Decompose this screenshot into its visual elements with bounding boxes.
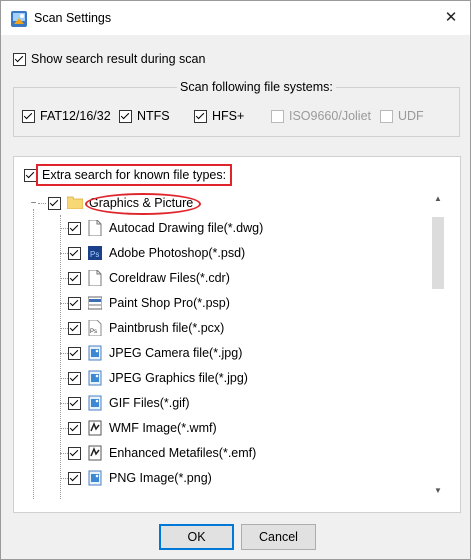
tree-guide-line: [60, 478, 68, 479]
tree-guide-line: [60, 353, 68, 354]
tree-guide-line: [60, 403, 68, 404]
ntfs-label: NTFS: [137, 109, 170, 123]
file-type-label: Enhanced Metafiles(*.emf): [109, 446, 257, 460]
ok-button[interactable]: OK: [159, 524, 234, 550]
image-file-icon: [88, 470, 102, 486]
file-type-checkbox[interactable]: [68, 297, 81, 310]
close-button[interactable]: ✕: [438, 5, 464, 31]
scan-settings-dialog: Scan Settings ✕ Show search result durin…: [0, 0, 471, 560]
close-icon: ✕: [444, 9, 458, 26]
scroll-down-icon[interactable]: ▼: [431, 485, 445, 497]
file-type-checkbox[interactable]: [68, 272, 81, 285]
file-type-checkbox[interactable]: [68, 347, 81, 360]
file-type-label: JPEG Graphics file(*.jpg): [109, 371, 248, 385]
tree-guide-line: [38, 203, 46, 204]
svg-text:Ps: Ps: [90, 329, 97, 335]
tree-guide-line: [60, 215, 61, 499]
ntfs-checkbox[interactable]: [119, 110, 132, 123]
file-type-checkbox[interactable]: [68, 422, 81, 435]
highlight-annotation-ellipse: [85, 193, 201, 215]
iso9660-checkbox[interactable]: [271, 110, 284, 123]
file-type-label: Paintbrush file(*.pcx): [109, 321, 225, 335]
metafile-icon: [88, 420, 102, 436]
paintshop-icon: [87, 295, 103, 311]
file-type-label: WMF Image(*.wmf): [109, 421, 217, 435]
iso9660-label: ISO9660/Joliet: [289, 109, 371, 123]
app-icon: [11, 11, 27, 27]
graphics-group-checkbox[interactable]: [48, 197, 61, 210]
file-type-label: Autocad Drawing file(*.dwg): [109, 221, 264, 235]
tree-guide-line: [60, 453, 68, 454]
fat-checkbox[interactable]: [22, 110, 35, 123]
udf-label: UDF: [398, 109, 424, 123]
tree-guide-line: [60, 428, 68, 429]
file-type-checkbox[interactable]: [68, 322, 81, 335]
file-type-label: PNG Image(*.png): [109, 471, 212, 485]
image-file-icon: [88, 345, 102, 361]
image-file-icon: [88, 370, 102, 386]
file-type-label: GIF Files(*.gif): [109, 396, 190, 410]
file-type-label: Coreldraw Files(*.cdr): [109, 271, 230, 285]
file-type-label: Paint Shop Pro(*.psp): [109, 296, 230, 310]
file-type-checkbox[interactable]: [68, 247, 81, 260]
tree-guide-line: [60, 303, 68, 304]
tree-guide-line: [60, 253, 68, 254]
photoshop-icon: Ps: [88, 245, 102, 261]
highlight-annotation-box: [36, 164, 232, 186]
folder-icon: [67, 196, 83, 209]
fat-label: FAT12/16/32: [40, 109, 111, 123]
tree-guide-line: [60, 228, 68, 229]
vertical-scrollbar[interactable]: ▲ ▼: [431, 193, 445, 497]
file-type-checkbox[interactable]: [68, 472, 81, 485]
tree-guide-line: [33, 209, 34, 499]
scroll-thumb[interactable]: [432, 217, 444, 289]
file-type-label: Adobe Photoshop(*.psd): [109, 246, 246, 260]
metafile-icon: [88, 445, 102, 461]
cancel-button[interactable]: Cancel: [241, 524, 316, 550]
file-type-checkbox[interactable]: [68, 372, 81, 385]
ps-document-icon: Ps: [88, 319, 102, 337]
file-systems-caption: Scan following file systems:: [177, 80, 336, 94]
blank-document-icon: [88, 219, 102, 237]
file-type-label: JPEG Camera file(*.jpg): [109, 346, 243, 360]
hfs-label: HFS+: [212, 109, 245, 123]
image-file-icon: [88, 395, 102, 411]
udf-checkbox[interactable]: [380, 110, 393, 123]
title-bar: Scan Settings ✕: [1, 1, 470, 35]
hfs-checkbox[interactable]: [194, 110, 207, 123]
tree-guide-line: [60, 278, 68, 279]
window-title: Scan Settings: [34, 11, 112, 25]
blank-document-icon: [88, 269, 102, 287]
tree-guide-line: [60, 328, 68, 329]
scroll-up-icon[interactable]: ▲: [431, 193, 445, 205]
show-results-checkbox[interactable]: [13, 53, 26, 66]
svg-text:Ps: Ps: [90, 250, 99, 259]
file-type-checkbox[interactable]: [68, 447, 81, 460]
file-type-checkbox[interactable]: [68, 222, 81, 235]
tree-guide-line: [60, 378, 68, 379]
show-results-label: Show search result during scan: [31, 52, 206, 66]
file-type-checkbox[interactable]: [68, 397, 81, 410]
collapse-expander[interactable]: −: [29, 199, 38, 209]
